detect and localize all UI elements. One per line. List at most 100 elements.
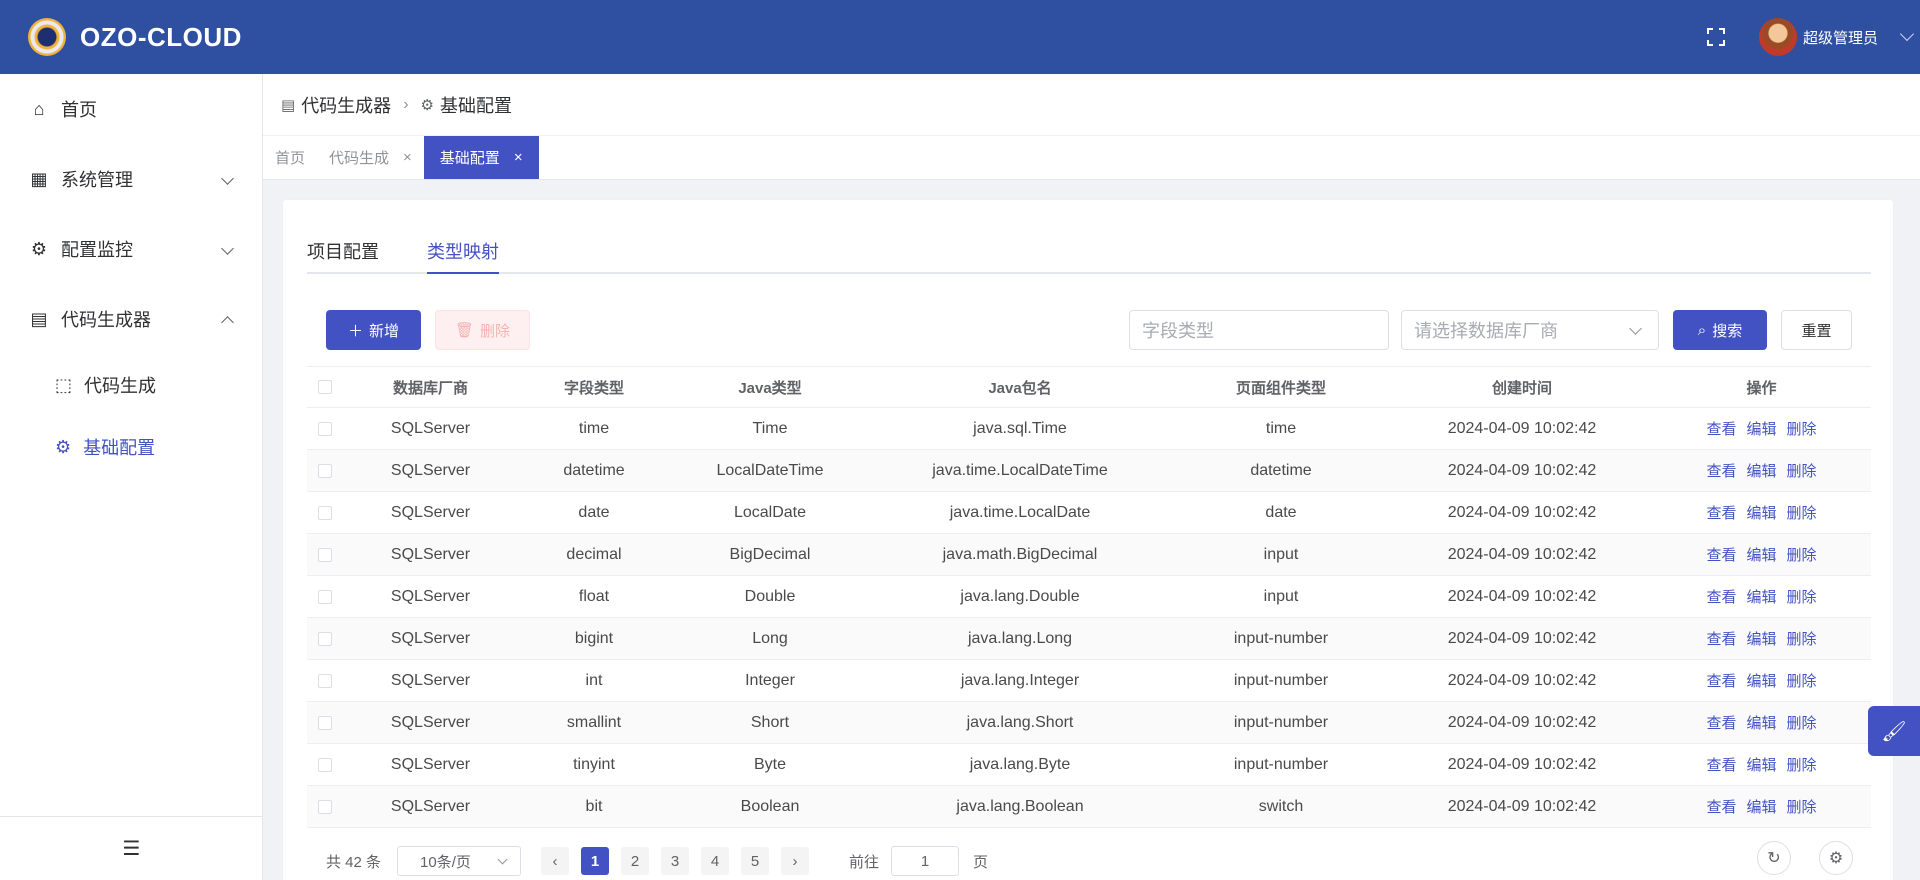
row-checkbox[interactable] — [318, 799, 332, 814]
delete-row-button[interactable]: 删除 — [1787, 421, 1817, 438]
page-5-button[interactable]: 5 — [741, 847, 770, 875]
row-checkbox[interactable] — [318, 715, 332, 730]
delete-row-button[interactable]: 删除 — [1787, 631, 1817, 648]
settings-icon[interactable]: ⚙ — [1819, 841, 1853, 875]
sidebar-item-codegen[interactable]: ▤ 代码生成器 — [0, 284, 262, 354]
table-cell: 2024-04-09 10:02:42 — [1447, 545, 1597, 563]
edit-button[interactable]: 编辑 — [1746, 463, 1776, 480]
row-checkbox[interactable] — [318, 463, 332, 478]
table-cell: LocalDateTime — [716, 461, 824, 479]
delete-row-button[interactable]: 删除 — [1787, 589, 1817, 606]
delete-button[interactable]: 🗑 删除 — [435, 310, 530, 350]
table-cell: SQLServer — [390, 713, 471, 731]
fullscreen-icon[interactable] — [1705, 27, 1726, 47]
edit-button[interactable]: 编辑 — [1746, 715, 1776, 732]
sidebar-item-monitor[interactable]: ⚙ 配置监控 — [0, 214, 262, 284]
view-button[interactable]: 查看 — [1706, 715, 1736, 732]
theme-brush-icon[interactable]: 🖌 — [1868, 706, 1920, 756]
reset-button[interactable]: 重置 — [1781, 310, 1852, 350]
table-row[interactable]: SQLServer time Time java.sql.Time time 2024-0… — [307, 408, 1871, 450]
close-icon[interactable]: × — [403, 149, 412, 166]
delete-row-button[interactable]: 删除 — [1787, 757, 1817, 774]
delete-row-button[interactable]: 删除 — [1787, 673, 1817, 690]
close-icon[interactable]: × — [514, 149, 523, 166]
chevron-down-icon[interactable] — [1899, 26, 1915, 42]
view-button[interactable]: 查看 — [1706, 421, 1736, 438]
user-name[interactable]: 超级管理员 — [1803, 27, 1878, 48]
view-button[interactable]: 查看 — [1706, 463, 1736, 480]
view-button[interactable]: 查看 — [1706, 505, 1736, 522]
search-button[interactable]: ⌕ 搜索 — [1673, 310, 1767, 350]
view-button[interactable]: 查看 — [1706, 631, 1736, 648]
view-button[interactable]: 查看 — [1706, 589, 1736, 606]
prev-page-button[interactable]: ‹ — [541, 847, 570, 875]
table-cell: SQLServer — [390, 503, 471, 521]
home-icon: ⌂ — [33, 98, 45, 119]
goto-page-input[interactable]: 1 — [891, 846, 960, 876]
table-row[interactable]: SQLServer float Double java.lang.Double inpu… — [307, 576, 1871, 618]
sidebar-subitem-label: 代码生成 — [84, 376, 157, 396]
edit-button[interactable]: 编辑 — [1746, 673, 1776, 690]
page-4-button[interactable]: 4 — [701, 847, 730, 875]
row-checkbox[interactable] — [318, 757, 332, 772]
page-size-select[interactable]: 10条/页 — [397, 846, 522, 876]
page-3-button[interactable]: 3 — [661, 847, 690, 875]
sidebar-subitem-codegen[interactable]: ⬚ 代码生成 — [0, 354, 262, 416]
avatar[interactable] — [1758, 18, 1797, 56]
page-1-button[interactable]: 1 — [581, 847, 610, 875]
logo[interactable]: OZO-CLOUD — [28, 18, 242, 56]
row-checkbox-cell — [307, 673, 343, 688]
edit-button[interactable]: 编辑 — [1746, 421, 1776, 438]
table-row[interactable]: SQLServer decimal BigDecimal java.math.BigD… — [307, 534, 1871, 576]
view-button[interactable]: 查看 — [1706, 673, 1736, 690]
table-cell: decimal — [566, 545, 622, 563]
tab-codegen[interactable]: 代码生成 × — [317, 136, 424, 179]
tab-base-config[interactable]: 基础配置 × — [423, 136, 539, 179]
db-vendor-select[interactable]: 请选择数据库厂商 — [1401, 310, 1659, 350]
view-button[interactable]: 查看 — [1706, 799, 1736, 816]
next-page-button[interactable]: › — [781, 847, 810, 875]
sidebar-item-system[interactable]: ▦ 系统管理 — [0, 144, 262, 214]
table-row[interactable]: SQLServer datetime LocalDateTime java.time.… — [307, 450, 1871, 492]
row-checkbox[interactable] — [318, 505, 332, 520]
refresh-icon[interactable]: ↻ — [1757, 841, 1791, 875]
view-button[interactable]: 查看 — [1706, 757, 1736, 774]
sidebar-subitem-label: 基础配置 — [83, 438, 156, 458]
edit-button[interactable]: 编辑 — [1746, 589, 1776, 606]
table-row[interactable]: SQLServer bit Boolean java.lang.Boolean swit… — [307, 786, 1871, 828]
tab-project-config[interactable]: 项目配置 — [307, 220, 379, 272]
table-row[interactable]: SQLServer smallint Short java.lang.Short inp… — [307, 702, 1871, 744]
type-mapping-table: 数据库厂商 字段类型 Java类型 Java包名 页面组件类型 创建时间 操作 SQLServ… — [307, 366, 1871, 828]
delete-row-button[interactable]: 删除 — [1787, 505, 1817, 522]
view-button[interactable]: 查看 — [1706, 547, 1736, 564]
row-checkbox[interactable] — [318, 631, 332, 646]
edit-button[interactable]: 编辑 — [1746, 631, 1776, 648]
page-2-button[interactable]: 2 — [621, 847, 650, 875]
row-checkbox[interactable] — [318, 589, 332, 604]
table-row[interactable]: SQLServer bigint Long java.lang.Long input-n… — [307, 618, 1871, 660]
edit-button[interactable]: 编辑 — [1746, 505, 1776, 522]
row-actions: 查看 编辑 删除 — [1652, 628, 1871, 649]
select-all-checkbox[interactable] — [318, 380, 332, 394]
table-row[interactable]: SQLServer tinyint Byte java.lang.Byte input-… — [307, 744, 1871, 786]
breadcrumb-parent[interactable]: 代码生成器 — [301, 92, 391, 118]
delete-row-button[interactable]: 删除 — [1787, 547, 1817, 564]
row-checkbox[interactable] — [318, 421, 332, 436]
row-checkbox[interactable] — [318, 673, 332, 688]
edit-button[interactable]: 编辑 — [1746, 757, 1776, 774]
tab-home[interactable]: 首页 — [263, 136, 317, 179]
edit-button[interactable]: 编辑 — [1746, 799, 1776, 816]
delete-row-button[interactable]: 删除 — [1787, 463, 1817, 480]
add-button[interactable]: ＋ 新增 — [326, 310, 421, 350]
row-checkbox[interactable] — [318, 547, 332, 562]
table-row[interactable]: SQLServer date LocalDate java.time.LocalDat… — [307, 492, 1871, 534]
tab-type-mapping[interactable]: 类型映射 — [427, 220, 499, 274]
edit-button[interactable]: 编辑 — [1746, 547, 1776, 564]
delete-row-button[interactable]: 删除 — [1787, 715, 1817, 732]
sidebar-subitem-base-config[interactable]: ⚙ 基础配置 — [0, 416, 262, 478]
collapse-sidebar-icon[interactable]: ☰ — [0, 816, 263, 880]
field-type-input[interactable]: 字段类型 — [1129, 310, 1389, 350]
table-row[interactable]: SQLServer int Integer java.lang.Integer inpu… — [307, 660, 1871, 702]
delete-row-button[interactable]: 删除 — [1787, 799, 1817, 816]
sidebar-item-home[interactable]: ⌂ 首页 — [0, 74, 262, 144]
